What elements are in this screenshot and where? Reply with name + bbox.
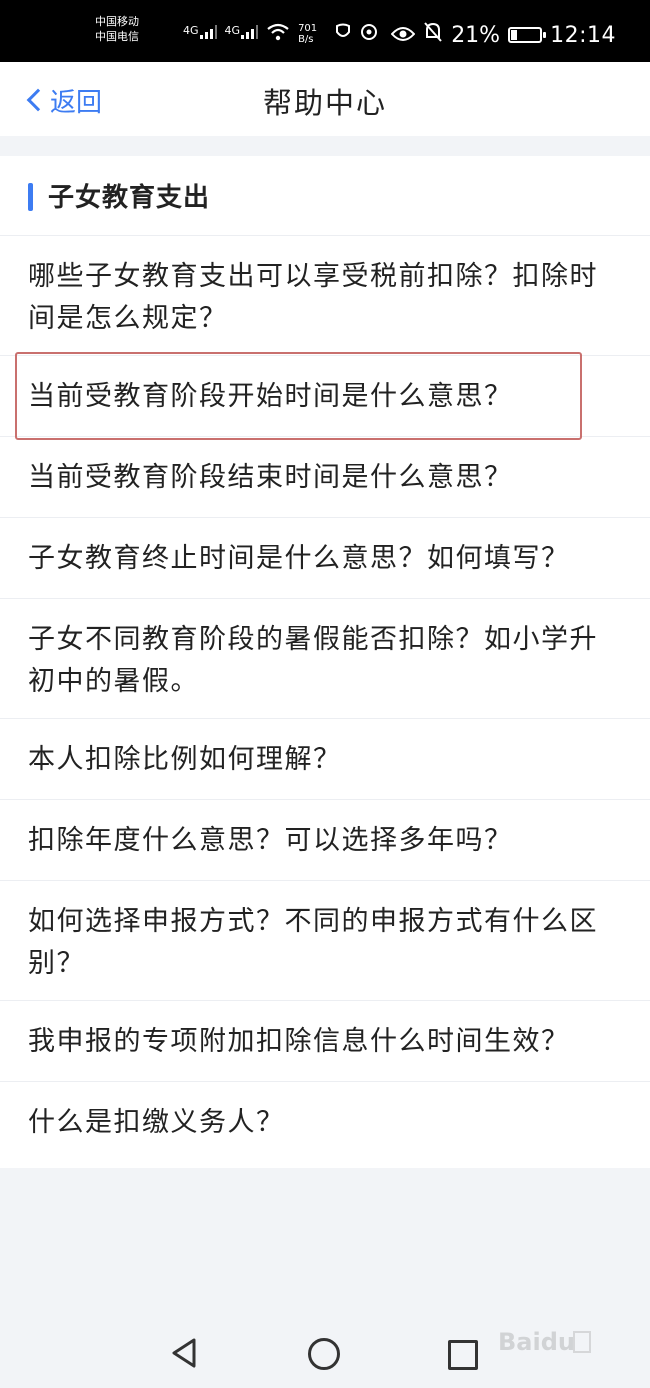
section-title: 子女教育支出: [48, 183, 211, 213]
battery-percent: 21%: [451, 22, 501, 48]
faq-item[interactable]: 子女教育终止时间是什么意思？如何填写？: [0, 518, 650, 599]
app-notification-icon: [360, 23, 378, 46]
eye-icon: [390, 23, 416, 48]
shield-icon: [334, 23, 352, 46]
status-right: 21% 12:14: [390, 20, 616, 50]
faq-item[interactable]: 扣除年度什么意思？可以选择多年吗？: [0, 800, 650, 881]
page-title: 帮助中心: [262, 86, 387, 120]
nav-bar: 返回 帮助中心: [0, 62, 650, 136]
faq-item[interactable]: 哪些子女教育支出可以享受税前扣除？扣除时间是怎么规定？: [0, 236, 650, 356]
network-speed: 701 B/s: [298, 23, 318, 45]
faq-item[interactable]: 我申报的专项附加扣除信息什么时间生效？: [0, 1001, 650, 1082]
watermark-logo: Baidu: [494, 1322, 614, 1362]
section-header: 子女教育支出: [0, 156, 650, 236]
triangle-back-icon: [172, 1338, 196, 1368]
faq-item-highlighted[interactable]: 当前受教育阶段开始时间是什么意思？: [0, 352, 650, 440]
carrier-1: 中国移动: [95, 15, 139, 28]
battery-icon: [508, 27, 547, 43]
status-bar: 中国移动 中国电信 4G 4G 701 B/s 21% 12:14: [0, 0, 650, 62]
signal-2-icon: 4G: [225, 24, 259, 45]
network-indicators: 4G 4G 701 B/s: [183, 22, 378, 46]
clock: 12:14: [550, 22, 616, 48]
mute-bell-icon: [423, 21, 443, 49]
carrier-info: 中国移动 中国电信: [95, 14, 175, 44]
faq-list: 子女教育支出 哪些子女教育支出可以享受税前扣除？扣除时间是怎么规定？ 当前受教育…: [0, 156, 650, 1168]
svg-text:Baidu: Baidu: [498, 1328, 575, 1356]
section-marker: [28, 183, 33, 211]
system-recents-button[interactable]: [444, 1336, 478, 1370]
faq-item[interactable]: 本人扣除比例如何理解？: [0, 719, 650, 800]
help-center-screen: 中国移动 中国电信 4G 4G 701 B/s 21% 12:14 返回 帮助中…: [0, 0, 650, 1388]
faq-item[interactable]: 当前受教育阶段结束时间是什么意思？: [0, 437, 650, 518]
carrier-2: 中国电信: [95, 30, 139, 43]
signal-1-icon: 4G: [183, 24, 217, 45]
faq-item[interactable]: 子女不同教育阶段的暑假能否扣除？如小学升初中的暑假。: [0, 599, 650, 719]
system-home-button[interactable]: [306, 1336, 340, 1370]
faq-item[interactable]: 如何选择申报方式？不同的申报方式有什么区别？: [0, 881, 650, 1001]
system-back-button[interactable]: [168, 1336, 202, 1370]
wifi-icon: [266, 23, 290, 46]
faq-item[interactable]: 什么是扣缴义务人？: [0, 1082, 650, 1163]
